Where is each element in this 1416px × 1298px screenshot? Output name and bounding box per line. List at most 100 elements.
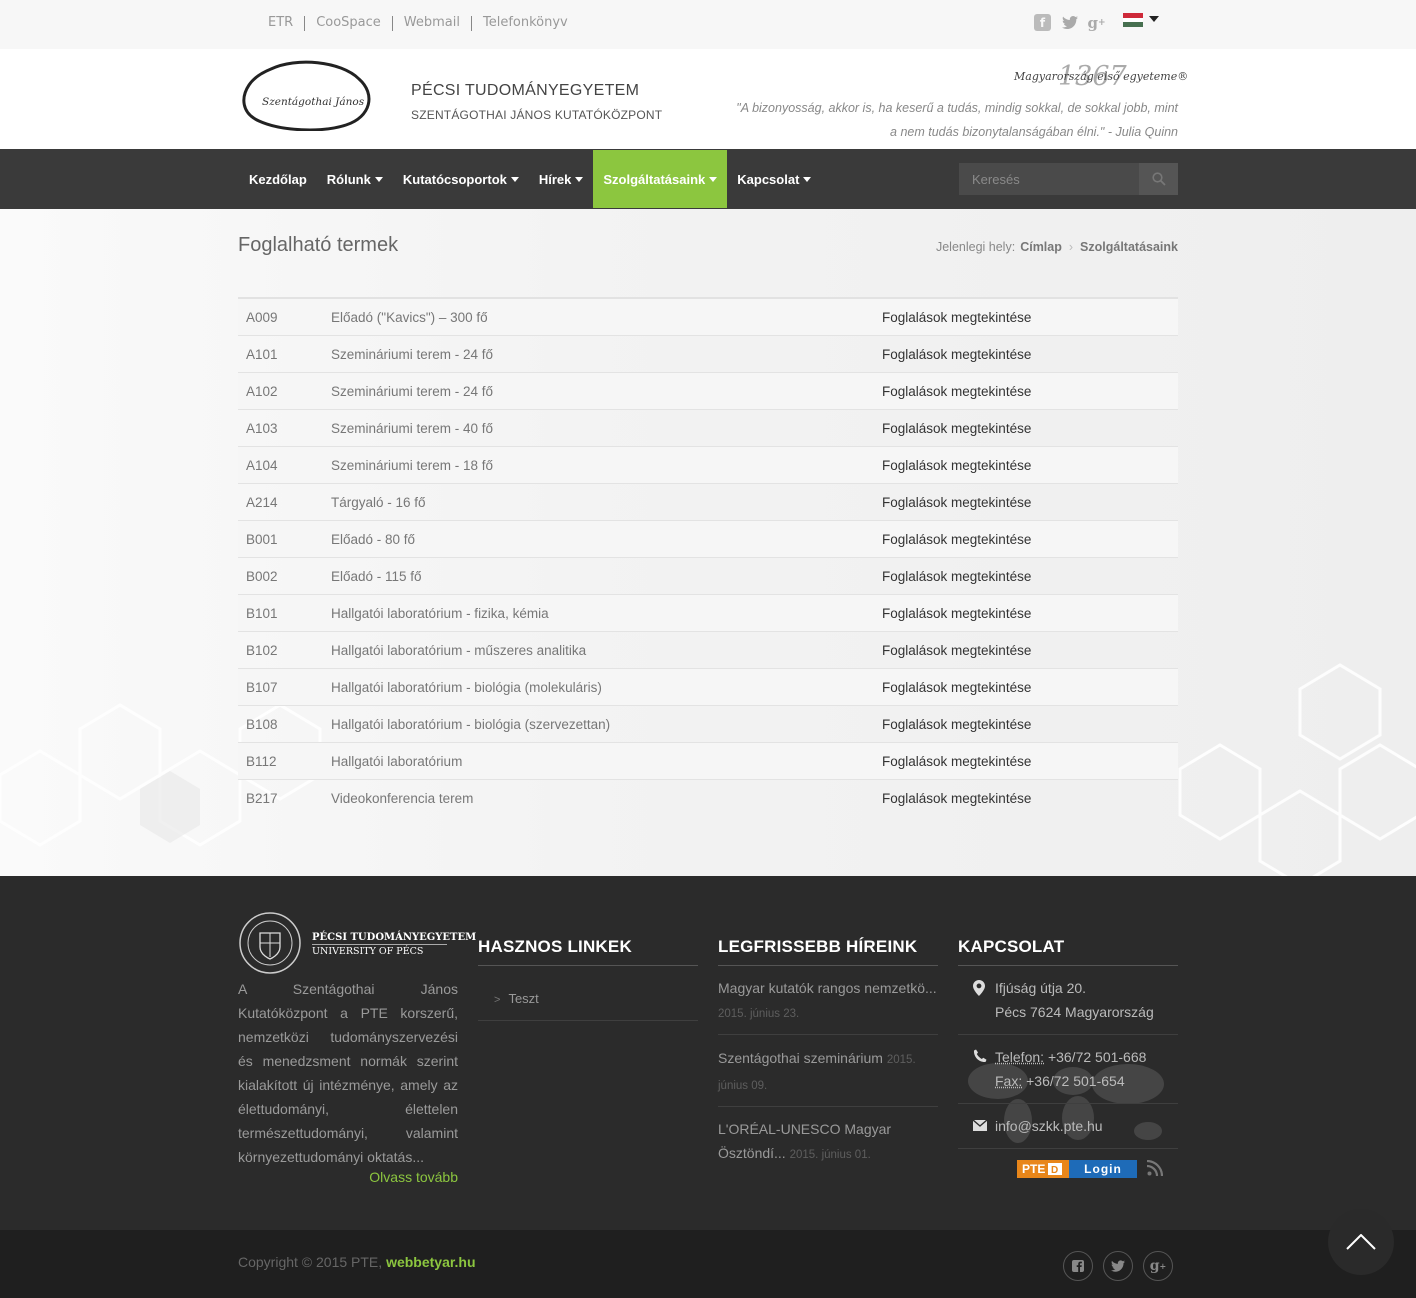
table-row: B102 Hallgatói laboratórium - műszeres a…: [238, 632, 1178, 669]
news-title: Magyar kutatók rangos nemzetkö...: [718, 980, 937, 996]
main-navigation: Kezdőlap Rólunk Kutatócsoportok Hírek Sz…: [0, 149, 1416, 209]
top-link-coospace[interactable]: CooSpace: [316, 15, 381, 31]
top-social-links: f g +: [1034, 14, 1106, 32]
site-footer: PÉCSI TUDOMÁNYEGYETEM UNIVERSITY OF PÉCS…: [0, 876, 1416, 1230]
room-code: A104: [246, 457, 278, 473]
breadcrumb-label: Jelenlegi hely:: [935, 240, 1016, 254]
news-item[interactable]: Magyar kutatók rangos nemzetkö... 2015. …: [718, 976, 938, 1026]
room-name: Szemináriumi terem - 40 fő: [331, 420, 494, 436]
breadcrumb-home-link[interactable]: Címlap: [1020, 240, 1062, 254]
view-bookings-link[interactable]: Foglalások megtekintése: [882, 717, 1031, 732]
nav-item-about[interactable]: Rólunk: [317, 150, 393, 208]
svg-text:D: D: [1051, 1165, 1058, 1175]
view-bookings-link[interactable]: Foglalások megtekintése: [882, 347, 1031, 362]
nav-item-label: Hírek: [538, 171, 572, 187]
envelope-icon: [973, 1120, 987, 1131]
view-bookings-link[interactable]: Foglalások megtekintése: [882, 643, 1031, 658]
facebook-icon[interactable]: f: [1034, 14, 1051, 31]
scroll-to-top-button[interactable]: [1328, 1209, 1394, 1275]
view-bookings-link[interactable]: Foglalások megtekintése: [882, 458, 1031, 473]
nav-item-label: Kutatócsoportok: [402, 171, 507, 187]
pte-login-button[interactable]: PTE D Login: [1017, 1160, 1137, 1178]
phone-number[interactable]: +36/72 501-668: [1048, 1049, 1146, 1065]
contact-phone: Telefon: +36/72 501-668 Fax: +36/72 501-…: [958, 1045, 1178, 1095]
table-row: A009 Előadó ("Kavics") – 300 fő Foglalás…: [238, 299, 1178, 336]
room-code: B217: [246, 791, 278, 806]
pte-logo[interactable]: PÉCSI TUDOMÁNYEGYETEM UNIVERSITY OF PÉCS: [238, 911, 476, 975]
site-logo[interactable]: Szentágothai János: [241, 59, 379, 132]
table-row: B108 Hallgatói laboratórium - biológia (…: [238, 706, 1178, 743]
table-row: B112 Hallgatói laboratórium Foglalások m…: [238, 743, 1178, 780]
main-content: Foglalható termek Jelenlegi hely: Címlap…: [0, 209, 1416, 876]
top-link-webmail[interactable]: Webmail: [404, 15, 460, 31]
top-links: ETR CooSpace Webmail Telefonkönyv: [268, 15, 568, 31]
room-name: Szemináriumi terem - 24 fő: [331, 383, 494, 399]
room-code: A102: [246, 383, 278, 399]
view-bookings-link[interactable]: Foglalások megtekintése: [882, 384, 1031, 399]
top-link-divider: [304, 16, 306, 31]
fax-number: +36/72 501-654: [1026, 1073, 1125, 1089]
rss-icon[interactable]: [1147, 1160, 1163, 1176]
table-row: A104 Szemináriumi terem - 18 fő Foglalás…: [238, 447, 1178, 484]
view-bookings-link[interactable]: Foglalások megtekintése: [882, 680, 1031, 695]
section-divider: [718, 965, 938, 966]
table-row: B107 Hallgatói laboratórium - biológia (…: [238, 669, 1178, 706]
facebook-icon[interactable]: [1063, 1251, 1093, 1281]
view-bookings-link[interactable]: Foglalások megtekintése: [882, 754, 1031, 769]
table-row: A101 Szemináriumi terem - 24 fő Foglalás…: [238, 336, 1178, 373]
nav-item-research-groups[interactable]: Kutatócsoportok: [393, 150, 529, 208]
view-bookings-link[interactable]: Foglalások megtekintése: [882, 310, 1031, 325]
view-bookings-link[interactable]: Foglalások megtekintése: [882, 532, 1031, 547]
twitter-icon[interactable]: [1103, 1251, 1133, 1281]
hungarian-flag-icon[interactable]: [1123, 13, 1143, 28]
room-name: Hallgatói laboratórium - biológia (molek…: [331, 679, 602, 695]
nav-item-label: Kapcsolat: [737, 171, 800, 187]
room-code: B102: [246, 642, 278, 658]
google-plus-icon[interactable]: g +: [1143, 1251, 1173, 1281]
news-item[interactable]: Szentágothai szeminárium 2015. június 09…: [718, 1046, 938, 1098]
room-code: B108: [246, 716, 278, 732]
top-bar: ETR CooSpace Webmail Telefonkönyv f g +: [0, 0, 1416, 49]
table-row: A214 Tárgyaló - 16 fő Foglalások megteki…: [238, 484, 1178, 521]
google-plus-icon[interactable]: g +: [1087, 14, 1105, 32]
view-bookings-link[interactable]: Foglalások megtekintése: [882, 495, 1031, 510]
useful-link-item[interactable]: > Teszt: [478, 982, 698, 1021]
contact-divider: [958, 1103, 1178, 1104]
view-bookings-link[interactable]: Foglalások megtekintése: [882, 791, 1031, 806]
section-divider: [958, 965, 1178, 966]
room-name: Előadó - 80 fő: [331, 531, 416, 547]
room-code: B001: [246, 531, 278, 547]
motto-text: Magyarország első egyeteme®: [1014, 70, 1189, 83]
top-link-etr[interactable]: ETR: [268, 15, 293, 31]
breadcrumb-services-link[interactable]: Szolgáltatásaink: [1080, 240, 1178, 254]
view-bookings-link[interactable]: Foglalások megtekintése: [882, 421, 1031, 436]
page-title: Foglalható termek: [238, 234, 399, 256]
view-bookings-link[interactable]: Foglalások megtekintése: [882, 606, 1031, 621]
view-bookings-link[interactable]: Foglalások megtekintése: [882, 569, 1031, 584]
room-name: Szemináriumi terem - 24 fő: [331, 346, 494, 362]
email-link[interactable]: info@szkk.pte.hu: [995, 1118, 1103, 1134]
nav-item-home[interactable]: Kezdőlap: [239, 150, 317, 208]
useful-link-label: Teszt: [508, 991, 539, 1006]
twitter-icon[interactable]: [1061, 14, 1078, 31]
address-line: Pécs 7624 Magyarország: [995, 1004, 1154, 1020]
developer-link[interactable]: webbetyar.hu: [386, 1254, 475, 1270]
room-code: A214: [246, 494, 278, 510]
top-link-phonebook[interactable]: Telefonkönyv: [483, 15, 568, 31]
nav-item-news[interactable]: Hírek: [529, 150, 594, 208]
read-more-link[interactable]: Olvass tovább: [238, 1169, 458, 1185]
room-code: A101: [246, 346, 278, 362]
nav-item-contact[interactable]: Kapcsolat: [727, 150, 821, 208]
phone-icon: [973, 1049, 987, 1063]
contact-title: KAPCSOLAT: [958, 937, 1065, 956]
news-item[interactable]: L'ORÉAL-UNESCO Magyar Ösztöndí... 2015. …: [718, 1117, 938, 1167]
room-code: B107: [246, 679, 278, 695]
nav-item-services[interactable]: Szolgáltatásaink: [593, 150, 728, 208]
search-button[interactable]: [1139, 163, 1178, 195]
institution-name: PÉCSI TUDOMÁNYEGYETEM: [411, 82, 640, 99]
search-input[interactable]: [959, 163, 1139, 195]
contact-email: info@szkk.pte.hu: [958, 1114, 1178, 1140]
room-code: B002: [246, 568, 278, 584]
language-dropdown-caret-icon[interactable]: [1149, 16, 1159, 22]
breadcrumb: Jelenlegi hely: Címlap › Szolgáltatásain…: [936, 240, 1178, 254]
